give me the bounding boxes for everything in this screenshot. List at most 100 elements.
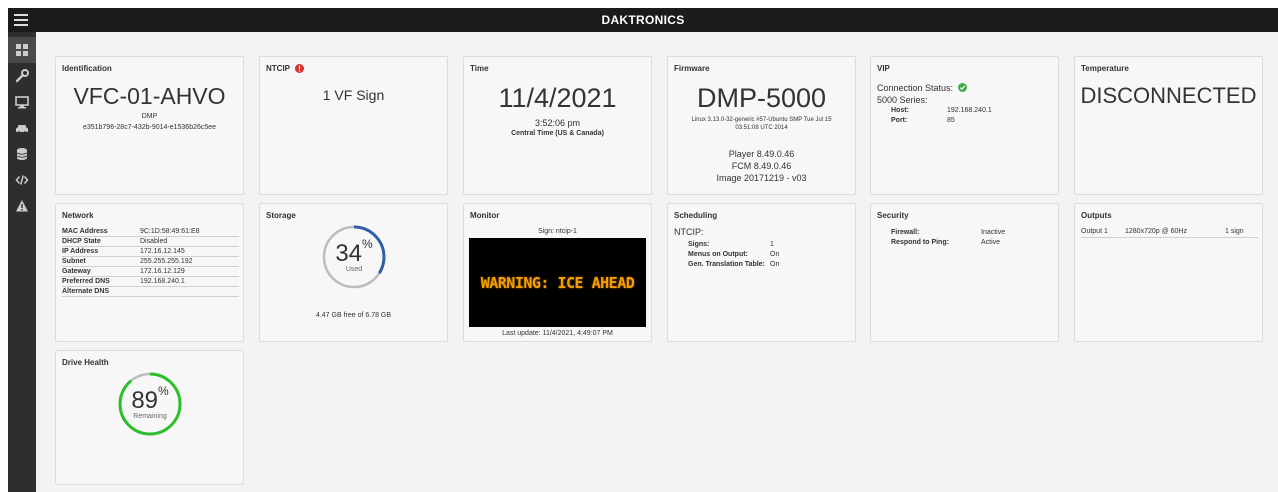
security-row: Respond to Ping: Active bbox=[891, 238, 1005, 248]
ntcip-card: NTCIP 1 VF Sign bbox=[259, 56, 448, 195]
row-label: Alternate DNS bbox=[62, 288, 110, 295]
car-icon[interactable] bbox=[8, 115, 36, 141]
identification-card: Identification VFC-01-AHVO DMP e351b796-… bbox=[55, 56, 244, 195]
card-title: Security bbox=[877, 211, 909, 220]
card-title: NTCIP bbox=[266, 64, 290, 73]
row-label: DHCP State bbox=[62, 238, 101, 245]
security-row: Firewall: Inactive bbox=[891, 228, 1005, 238]
row-value: 255.255.255.192 bbox=[140, 258, 193, 265]
scheduling-card: Scheduling NTCIP: Signs: 1 Menus on Output… bbox=[667, 203, 856, 342]
device-guid: e351b796-28c7-432b-9014-e1536b26c5ee bbox=[82, 124, 217, 131]
output-signs: 1 sign bbox=[1225, 228, 1244, 235]
card-title: Storage bbox=[266, 211, 296, 220]
row-label: Signs: bbox=[688, 241, 710, 248]
sign-preview[interactable]: WARNING: ICE AHEAD bbox=[469, 238, 646, 327]
device-model: DMP bbox=[141, 113, 158, 120]
output-row: Output 1 1280x720p @ 60Hz 1 sign bbox=[1081, 228, 1258, 238]
device-name: VFC-01-AHVO bbox=[73, 83, 226, 109]
ntcip-value: 1 VF Sign bbox=[322, 87, 385, 103]
temperature-card: Temperature DISCONNECTED bbox=[1074, 56, 1263, 195]
network-row: MAC Address 9C:1D:58:49:61:E8 bbox=[62, 227, 239, 237]
sign-message: WARNING: ICE AHEAD bbox=[480, 273, 635, 292]
brand-title: DAKTRONICS bbox=[601, 13, 685, 27]
player-version: Player 8.49.0.46 bbox=[728, 149, 795, 159]
last-update: Last update: 11/4/2021, 4:49:07 PM bbox=[502, 330, 613, 337]
scheduling-row: Menus on Output: On bbox=[688, 250, 779, 260]
network-row: Preferred DNS 192.168.240.1 bbox=[62, 277, 239, 287]
wrench-icon[interactable] bbox=[8, 63, 36, 89]
scheduling-row: Signs: 1 bbox=[688, 240, 779, 250]
output-resolution: 1280x720p @ 60Hz bbox=[1125, 228, 1187, 235]
storage-card: Storage 34% Used 4.47 GB free of 6.78 GB bbox=[259, 203, 448, 342]
kernel-line-2: 03:51:08 UTC 2014 bbox=[735, 125, 788, 131]
row-value: Active bbox=[981, 239, 1001, 246]
percent-sign: % bbox=[158, 384, 169, 398]
output-name: Output 1 bbox=[1081, 228, 1108, 235]
scheduling-list: Signs: 1 Menus on Output: On Gen. Translatio… bbox=[688, 240, 779, 270]
row-value: 192.168.240.1 bbox=[140, 278, 185, 285]
storage-used-label: Used bbox=[345, 266, 363, 273]
drive-health-card: Drive Health 89% Remaining bbox=[55, 350, 244, 485]
network-card: Network MAC Address 9C:1D:58:49:61:E8 DHCP… bbox=[55, 203, 244, 342]
card-title: Temperature bbox=[1081, 64, 1129, 73]
row-value: On bbox=[770, 251, 780, 258]
drive-health-label: Remaining bbox=[133, 413, 167, 420]
connection-status-label: Connection Status: bbox=[877, 83, 954, 93]
port-value: 85 bbox=[947, 117, 955, 124]
monitor-icon[interactable] bbox=[8, 89, 36, 115]
row-label: Gateway bbox=[62, 268, 91, 275]
network-table: MAC Address 9C:1D:58:49:61:E8 DHCP State Di… bbox=[62, 227, 239, 297]
row-label: MAC Address bbox=[62, 228, 108, 235]
security-card: Security Firewall: Inactive Respond to Pin… bbox=[870, 203, 1059, 342]
date-display: 11/4/2021 bbox=[498, 83, 617, 113]
network-row: DHCP State Disabled bbox=[62, 237, 239, 247]
host-value: 192.168.240.1 bbox=[947, 107, 992, 114]
row-value: 172.16.12.145 bbox=[140, 248, 185, 255]
row-label: Respond to Ping: bbox=[891, 239, 949, 246]
alert-icon bbox=[295, 64, 305, 73]
drive-health-percent: 89 bbox=[131, 387, 159, 414]
timezone: Central Time (US & Canada) bbox=[511, 130, 604, 137]
database-icon[interactable] bbox=[8, 141, 36, 167]
card-title: Time bbox=[470, 64, 489, 73]
fcm-version: FCM 8.49.0.46 bbox=[731, 161, 792, 171]
card-title: Scheduling bbox=[674, 211, 718, 220]
row-value: Disabled bbox=[140, 238, 168, 245]
image-version: Image 20171219 - v03 bbox=[716, 173, 807, 183]
outputs-card: Outputs Output 1 1280x720p @ 60Hz 1 sign bbox=[1074, 203, 1263, 342]
check-circle-icon bbox=[957, 83, 967, 92]
firmware-model: DMP-5000 bbox=[696, 83, 827, 113]
temperature-value: DISCONNECTED bbox=[1080, 83, 1257, 108]
dashboard-grid: Identification VFC-01-AHVO DMP e351b796-… bbox=[36, 32, 1278, 492]
storage-percent: 34 bbox=[335, 240, 363, 267]
network-row: Alternate DNS bbox=[62, 287, 239, 297]
clock-display: 3:52:06 pm bbox=[534, 118, 581, 128]
card-title: Identification bbox=[62, 64, 112, 73]
warning-icon[interactable] bbox=[8, 193, 36, 219]
scheduling-row: Gen. Translation Table: On bbox=[688, 260, 779, 270]
row-value: 1 bbox=[770, 241, 774, 248]
dashboard-icon[interactable] bbox=[8, 37, 36, 63]
row-label: IP Address bbox=[62, 248, 99, 255]
card-title: VIP bbox=[877, 64, 890, 73]
code-icon[interactable] bbox=[8, 167, 36, 193]
percent-sign: % bbox=[362, 237, 373, 251]
kernel-line-1: Linux 3.13.0-32-generic #57-Ubuntu SMP T… bbox=[691, 117, 832, 123]
network-row: Gateway 172.16.12.129 bbox=[62, 267, 239, 277]
card-title: Monitor bbox=[470, 211, 500, 220]
card-title: Firmware bbox=[674, 64, 710, 73]
port-label: Port: bbox=[891, 117, 908, 124]
row-label: Preferred DNS bbox=[62, 278, 110, 285]
network-row: IP Address 172.16.12.145 bbox=[62, 247, 239, 257]
monitor-card: Monitor Sign: ntcip-1 WARNING: ICE AHEAD… bbox=[463, 203, 652, 342]
card-title: Network bbox=[62, 211, 94, 220]
time-card: Time 11/4/2021 3:52:06 pm Central Time (… bbox=[463, 56, 652, 195]
row-value: Inactive bbox=[981, 229, 1006, 236]
ntcip-label: NTCIP: bbox=[674, 227, 704, 237]
row-value: On bbox=[770, 261, 780, 268]
series-label: 5000 Series: bbox=[877, 95, 928, 105]
row-label: Subnet bbox=[62, 258, 86, 265]
vip-card: VIP Connection Status: 5000 Series: Host… bbox=[870, 56, 1059, 195]
row-value: 172.16.12.129 bbox=[140, 268, 185, 275]
sidebar bbox=[8, 32, 36, 492]
